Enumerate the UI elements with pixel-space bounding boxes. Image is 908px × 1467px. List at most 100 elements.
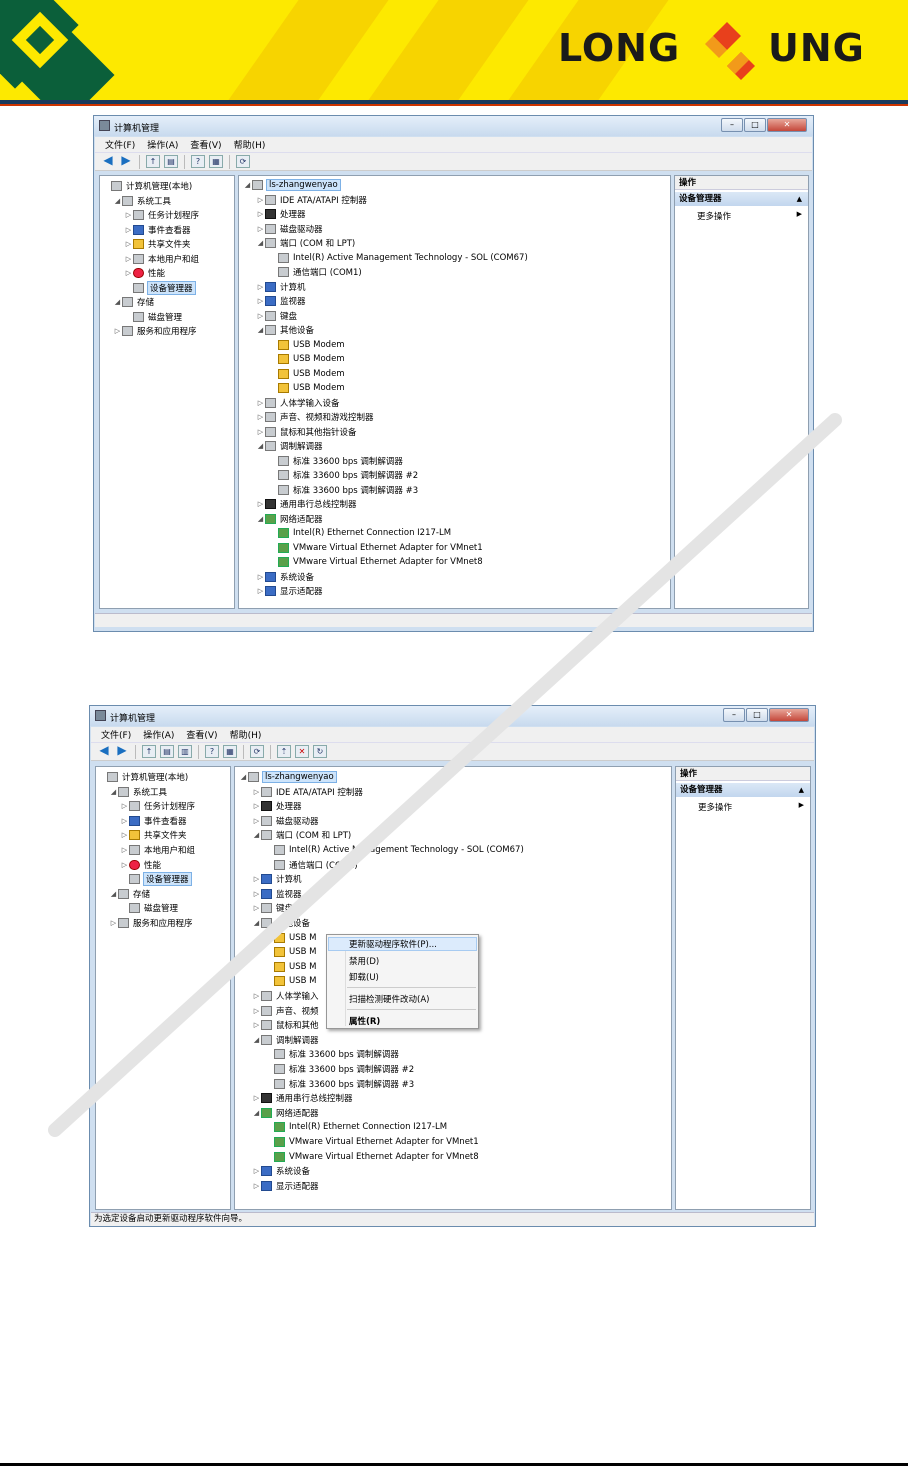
expanded-arrow-icon[interactable]: ◢ <box>252 831 261 839</box>
maximize-button[interactable]: □ <box>746 708 768 722</box>
device-tree-row[interactable]: ▷ 通用串行总线控制器 <box>239 497 357 511</box>
collapsed-arrow-icon[interactable]: ▷ <box>256 210 265 218</box>
device-tree-row[interactable]: 通信端口 (COM1) <box>235 858 358 872</box>
device-tree-row[interactable]: VMware Virtual Ethernet Adapter for VMne… <box>239 555 483 569</box>
actions-section-device-manager[interactable]: 设备管理器 ▲ <box>676 783 810 797</box>
collapsed-arrow-icon[interactable]: ▷ <box>252 817 261 825</box>
collapsed-arrow-icon[interactable]: ▷ <box>252 788 261 796</box>
device-tree-row[interactable]: ▷ 键盘 <box>235 901 293 915</box>
menu-file[interactable]: 文件(F) <box>101 728 131 741</box>
menu-view[interactable]: 查看(V) <box>190 138 221 151</box>
nav-tree-row[interactable]: ▷ 性能 <box>96 858 161 872</box>
nav-tree-row[interactable]: ▷ 任务计划程序 <box>96 799 195 813</box>
collapsed-arrow-icon[interactable]: ▷ <box>256 428 265 436</box>
uninstall-device-icon[interactable]: ✕ <box>295 745 309 758</box>
device-tree-row[interactable]: ▷ 磁盘驱动器 <box>239 222 323 236</box>
nav-tree-row[interactable]: ▷ 事件查看器 <box>96 814 187 828</box>
device-tree-row[interactable]: ▷ 处理器 <box>239 207 306 221</box>
device-tree-row[interactable]: ◢ 端口 (COM 和 LPT) <box>235 828 351 842</box>
export-list-icon[interactable]: ▥ <box>178 745 192 758</box>
show-hide-tree-icon[interactable]: ▤ <box>160 745 174 758</box>
help-icon[interactable]: ? <box>191 155 205 168</box>
device-tree-row[interactable]: USB Modem <box>239 381 345 395</box>
console-icon[interactable]: ▦ <box>209 155 223 168</box>
collapsed-arrow-icon[interactable]: ▷ <box>256 413 265 421</box>
nav-tree-row[interactable]: ▷ 服务和应用程序 <box>96 916 193 930</box>
collapsed-arrow-icon[interactable]: ▷ <box>252 802 261 810</box>
collapsed-arrow-icon[interactable]: ▷ <box>252 1021 261 1029</box>
collapsed-arrow-icon[interactable]: ▷ <box>252 1094 261 1102</box>
collapsed-arrow-icon[interactable]: ▷ <box>252 890 261 898</box>
forward-icon[interactable]: ▶ <box>119 154 133 168</box>
more-actions-link[interactable]: 更多操作 <box>698 801 732 813</box>
device-tree-row[interactable]: ◢ ls-zhangwenyao <box>239 178 341 192</box>
device-tree-row[interactable]: USB M <box>235 974 316 988</box>
device-tree-row[interactable]: Intel(R) Ethernet Connection I217-LM <box>239 526 451 540</box>
device-tree-row[interactable]: ◢ 网络适配器 <box>235 1106 319 1120</box>
menu-view[interactable]: 查看(V) <box>186 728 217 741</box>
device-tree-row[interactable]: 标准 33600 bps 调制解调器 <box>235 1047 399 1061</box>
minimize-button[interactable]: – <box>721 118 743 132</box>
device-tree-row[interactable]: ▷ 声音、视频 <box>235 1004 319 1018</box>
device-tree-row[interactable]: Intel(R) Active Management Technology - … <box>239 251 528 265</box>
expanded-arrow-icon[interactable]: ◢ <box>109 890 118 898</box>
device-tree-row[interactable]: 标准 33600 bps 调制解调器 <box>239 454 403 468</box>
expanded-arrow-icon[interactable]: ◢ <box>113 298 122 306</box>
expanded-arrow-icon[interactable]: ◢ <box>243 181 252 189</box>
menu-help[interactable]: 帮助(H) <box>234 138 266 151</box>
back-icon[interactable]: ◀ <box>97 744 111 758</box>
device-tree-row[interactable]: USB M <box>235 960 316 974</box>
nav-tree-row[interactable]: ▷ 共享文件夹 <box>96 828 187 842</box>
device-tree-row[interactable]: ▷ 计算机 <box>239 280 306 294</box>
actions-section-device-manager[interactable]: 设备管理器 ▲ <box>675 192 808 206</box>
device-tree-row[interactable]: ▷ 系统设备 <box>235 1164 310 1178</box>
uninstall-menu-item[interactable]: 卸载(U) <box>349 971 379 983</box>
device-tree-row[interactable]: ▷ 键盘 <box>239 309 297 323</box>
collapsed-arrow-icon[interactable]: ▷ <box>256 573 265 581</box>
up-folder-icon[interactable]: ↑ <box>142 745 156 758</box>
device-tree-row[interactable]: ▷ 系统设备 <box>239 570 314 584</box>
close-button[interactable]: ✕ <box>767 118 807 132</box>
device-tree-row[interactable]: ▷ 磁盘驱动器 <box>235 814 319 828</box>
device-tree-row[interactable]: ▷ 鼠标和其他指针设备 <box>239 425 357 439</box>
collapsed-arrow-icon[interactable]: ▷ <box>256 297 265 305</box>
collapsed-arrow-icon[interactable]: ▷ <box>124 255 133 263</box>
more-actions-link[interactable]: 更多操作 <box>697 210 731 222</box>
collapsed-arrow-icon[interactable]: ▷ <box>252 1182 261 1190</box>
nav-tree-row[interactable]: ◢ 存储 <box>96 887 150 901</box>
menu-help[interactable]: 帮助(H) <box>230 728 262 741</box>
expanded-arrow-icon[interactable]: ◢ <box>252 919 261 927</box>
expanded-arrow-icon[interactable]: ◢ <box>252 1036 261 1044</box>
device-tree-row[interactable]: USB M <box>235 945 316 959</box>
expanded-arrow-icon[interactable]: ◢ <box>252 1109 261 1117</box>
collapsed-arrow-icon[interactable]: ▷ <box>252 1007 261 1015</box>
device-tree-row[interactable]: ◢ 其他设备 <box>239 323 314 337</box>
title-bar[interactable]: 计算机管理 – □ ✕ <box>94 116 813 136</box>
device-tree-row[interactable]: ▷ IDE ATA/ATAPI 控制器 <box>239 193 367 207</box>
nav-tree-row[interactable]: ▷ 事件查看器 <box>100 223 191 237</box>
device-tree-row[interactable]: 标准 33600 bps 调制解调器 #3 <box>239 483 418 497</box>
menu-action[interactable]: 操作(A) <box>147 138 178 151</box>
device-tree-row[interactable]: ▷ 鼠标和其他 <box>235 1018 319 1032</box>
collapsed-arrow-icon[interactable]: ▷ <box>120 846 129 854</box>
nav-tree-row[interactable]: ▷ 任务计划程序 <box>100 208 199 222</box>
collapsed-arrow-icon[interactable]: ▷ <box>256 196 265 204</box>
device-tree-row[interactable]: 标准 33600 bps 调制解调器 #3 <box>235 1077 414 1091</box>
nav-tree-row[interactable]: ▷ 性能 <box>100 266 165 280</box>
device-tree-row[interactable]: VMware Virtual Ethernet Adapter for VMne… <box>235 1150 479 1164</box>
device-tree-row[interactable]: ▷ 显示适配器 <box>235 1179 319 1193</box>
nav-tree-row[interactable]: 计算机管理(本地) <box>100 179 192 193</box>
title-bar-2[interactable]: 计算机管理 – □ ✕ <box>90 706 815 726</box>
nav-tree-row[interactable]: ◢ 系统工具 <box>96 785 167 799</box>
collapsed-arrow-icon[interactable]: ▷ <box>256 500 265 508</box>
nav-tree-row[interactable]: ▷ 本地用户和组 <box>96 843 195 857</box>
device-tree-row[interactable]: ▷ IDE ATA/ATAPI 控制器 <box>235 785 363 799</box>
device-tree-row[interactable]: Intel(R) Ethernet Connection I217-LM <box>235 1120 447 1134</box>
up-folder-icon[interactable]: ↑ <box>146 155 160 168</box>
device-tree-row[interactable]: ◢ ls-zhangwenyao <box>235 770 337 784</box>
scan-hardware-icon[interactable]: ⟳ <box>236 155 250 168</box>
device-tree-row[interactable]: ▷ 人体学输入设备 <box>239 396 340 410</box>
device-tree-row[interactable]: 标准 33600 bps 调制解调器 #2 <box>235 1062 414 1076</box>
collapsed-arrow-icon[interactable]: ▷ <box>256 312 265 320</box>
collapsed-arrow-icon[interactable]: ▷ <box>120 861 129 869</box>
